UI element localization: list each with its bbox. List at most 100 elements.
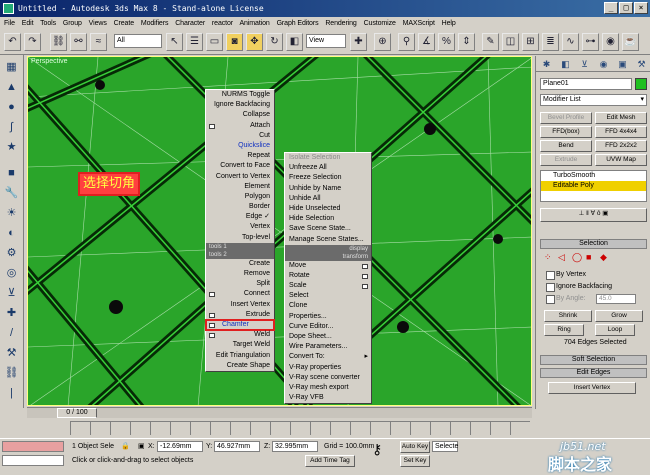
quad-item-remove[interactable]: Remove	[206, 269, 274, 279]
quad-item-hide-unselected[interactable]: Hide Unselected	[285, 204, 371, 214]
quad-item-curve-editor[interactable]: Curve Editor...	[285, 322, 371, 332]
camera-icon[interactable]: ◐	[3, 225, 20, 242]
quad-item-vray-vfb[interactable]: V-Ray VFB	[285, 393, 371, 403]
quad-item-dope-sheet[interactable]: Dope Sheet...	[285, 332, 371, 342]
quad-item-unfreeze-all[interactable]: Unfreeze All	[285, 163, 371, 173]
quad-item-scale[interactable]: Scale	[285, 281, 371, 291]
ffd-2x2x2-button[interactable]: FFD 2x2x2	[595, 140, 647, 152]
edit-mesh-button[interactable]: Edit Mesh	[595, 112, 647, 124]
x-coordinate-field[interactable]: -12.69mm	[157, 441, 203, 452]
settings-box-icon[interactable]	[209, 123, 215, 129]
quad-item-select[interactable]: Select	[285, 291, 371, 301]
element-mode-icon[interactable]: ◆	[600, 252, 607, 263]
move-icon[interactable]: ✥	[246, 33, 263, 51]
schematic-view-icon[interactable]: ⊶	[582, 33, 599, 51]
loop-button[interactable]: Loop	[595, 324, 635, 336]
key-filter-dropdown[interactable]: Selecte	[432, 441, 458, 452]
quad-item-isolate-selection[interactable]: Isolate Selection	[285, 153, 371, 163]
quad-item-vray-properties[interactable]: V-Ray properties	[285, 363, 371, 373]
quad-item-hide-selection[interactable]: Hide Selection	[285, 214, 371, 224]
hierarchy-tab-icon[interactable]: ⊻	[576, 58, 593, 71]
quad-item-quickslice[interactable]: Quickslice	[206, 141, 274, 151]
quad-item-repeat[interactable]: Repeat	[206, 151, 274, 161]
vertex-mode-icon[interactable]: ⁘	[544, 252, 552, 263]
maxscript-listener[interactable]	[2, 441, 64, 452]
quad-item-cut[interactable]: Cut	[206, 131, 274, 141]
add-time-tag-button[interactable]: Add Time Tag	[305, 455, 355, 467]
quad-item-properties[interactable]: Properties...	[285, 312, 371, 322]
quad-item-save-scene-state[interactable]: Save Scene State...	[285, 224, 371, 234]
ring-button[interactable]: Ring	[544, 324, 584, 336]
object-color-swatch[interactable]	[635, 78, 647, 90]
remove-modifier-icon[interactable]: ô	[597, 210, 601, 217]
angle-snap-icon[interactable]: ∡	[418, 33, 435, 51]
quad-item-vray-mesh-export[interactable]: V-Ray mesh export	[285, 383, 371, 393]
y-coordinate-field[interactable]: 46.927mm	[214, 441, 260, 452]
quad-item-unhide-all[interactable]: Unhide All	[285, 194, 371, 204]
bind-space-warp-icon[interactable]: ≈	[90, 33, 107, 51]
settings-box-icon[interactable]	[362, 284, 368, 290]
quad-item-attach[interactable]: Attach	[206, 121, 274, 131]
link-icon[interactable]: ⛓	[50, 33, 67, 51]
menu-rendering[interactable]: Rendering	[325, 20, 357, 27]
ignore-backfacing-checkbox[interactable]: Ignore Backfacing	[546, 282, 612, 292]
quad-item-weld[interactable]: Weld	[206, 330, 274, 340]
menu-tools[interactable]: Tools	[40, 20, 56, 27]
percent-snap-icon[interactable]: %	[438, 33, 455, 51]
grow-button[interactable]: Grow	[595, 310, 643, 322]
insert-vertex-button[interactable]: Insert Vertex	[548, 382, 636, 394]
quad-item-convert-to[interactable]: Convert To: ▸	[285, 352, 371, 362]
wrench-icon[interactable]: 🔧	[3, 185, 20, 202]
selection-rollout[interactable]: Selection	[540, 239, 647, 249]
perspective-viewport[interactable]: Perspective 选择切角	[27, 56, 532, 406]
target-icon[interactable]: ◎	[3, 265, 20, 282]
scale-icon[interactable]: ◧	[286, 33, 303, 51]
quad-item-top-level[interactable]: Top-level	[206, 233, 274, 243]
quad-item-split[interactable]: Split	[206, 279, 274, 289]
track-bar[interactable]	[0, 418, 650, 438]
set-key-button[interactable]: Set Key	[400, 455, 430, 467]
quad-item-target-weld[interactable]: Target Weld	[206, 340, 274, 350]
menu-help[interactable]: Help	[442, 20, 456, 27]
quad-item-chamfer[interactable]: Chamfer	[205, 318, 275, 332]
quad-item-vray-scene-converter[interactable]: V-Ray scene converter	[285, 373, 371, 383]
key-icon[interactable]: ⚷	[372, 442, 382, 456]
quad-item-convert-to-vertex[interactable]: Convert to Vertex	[206, 172, 274, 182]
viewport-label[interactable]: Perspective	[31, 58, 68, 65]
create-tab-icon[interactable]: ✱	[538, 58, 555, 71]
quad-item-border[interactable]: Border	[206, 202, 274, 212]
quad-item-wire-parameters[interactable]: Wire Parameters...	[285, 342, 371, 352]
star-icon[interactable]: ★	[3, 139, 20, 156]
select-by-name-icon[interactable]: ☰	[186, 33, 203, 51]
render-scene-icon[interactable]: ☕	[622, 33, 639, 51]
select-object-icon[interactable]: ↖	[166, 33, 183, 51]
rect-selection-icon[interactable]: ▭	[206, 33, 223, 51]
maxscript-mini-listener[interactable]	[2, 455, 64, 466]
cone-icon[interactable]: ▲	[3, 79, 20, 96]
modify-tab-icon[interactable]: ◧	[557, 58, 574, 71]
quad-item-create-shape[interactable]: Create Shape	[206, 361, 274, 371]
curve-icon[interactable]: ∫	[3, 119, 20, 136]
by-vertex-checkbox[interactable]: By Vertex	[546, 270, 586, 280]
brush-icon[interactable]: /	[3, 325, 20, 342]
menu-maxscript[interactable]: MAXScript	[403, 20, 435, 27]
absolute-mode-icon[interactable]: ▣	[138, 442, 145, 452]
quad-item-nurms-toggle[interactable]: NURMS Toggle	[206, 90, 274, 100]
window-crossing-icon[interactable]: ◙	[226, 33, 243, 51]
settings-box-icon[interactable]	[209, 292, 215, 298]
lock-selection-icon[interactable]: 🔒	[121, 442, 130, 452]
quad-item-clone[interactable]: Clone	[285, 301, 371, 311]
select-manipulate-icon[interactable]: ⊕	[374, 33, 391, 51]
named-selection-icon[interactable]: ✎	[482, 33, 499, 51]
quad-item-move[interactable]: Move	[285, 261, 371, 271]
close-button[interactable]: ×	[634, 2, 648, 14]
settings-box-icon[interactable]	[209, 322, 215, 328]
object-name-field[interactable]: Plane01	[540, 78, 632, 90]
motion-tab-icon[interactable]: ◉	[595, 58, 612, 71]
menu-character[interactable]: Character	[175, 20, 205, 27]
menu-file[interactable]: File	[4, 20, 15, 27]
undo-icon[interactable]: ↶	[4, 33, 21, 51]
snap-icon[interactable]: ⚲	[398, 33, 415, 51]
border-mode-icon[interactable]: ◯	[572, 252, 582, 263]
modifier-stack[interactable]: TurboSmooth Editable Poly	[540, 170, 647, 202]
